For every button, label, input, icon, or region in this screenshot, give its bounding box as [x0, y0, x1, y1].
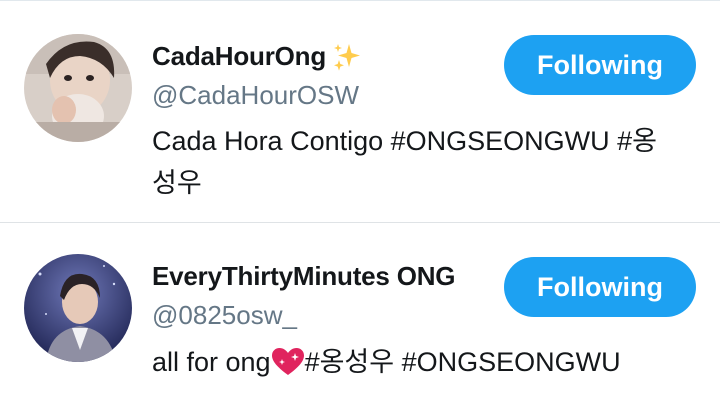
sparkles-icon [334, 43, 361, 71]
user-row[interactable]: EveryThirtyMinutes ONG @0825osw_ all for… [0, 223, 720, 405]
bio-text: #옹성우 #ONGSEONGWU [304, 347, 621, 377]
handle[interactable]: @0825osw_ [152, 300, 297, 331]
bio-line: Cada Hora Contigo #ONGSEONGWU #옹 [152, 126, 658, 156]
bio-text: all for ong [152, 347, 271, 377]
avatar-image [24, 254, 132, 362]
following-button[interactable]: Following [504, 257, 696, 317]
bio-line: 성우 [152, 168, 202, 198]
name-line: EveryThirtyMinutes ONG [152, 261, 456, 292]
display-name[interactable]: CadaHourOng [152, 41, 326, 72]
name-line: CadaHourOng [152, 41, 362, 72]
user-row[interactable]: CadaHourOng @CadaHourOSW Cada Hora Conti… [0, 1, 720, 223]
following-button[interactable]: Following [504, 35, 696, 95]
sparkling-heart-icon [271, 348, 304, 375]
avatar[interactable] [24, 254, 132, 362]
display-name[interactable]: EveryThirtyMinutes ONG [152, 261, 456, 292]
following-list: CadaHourOng @CadaHourOSW Cada Hora Conti… [0, 0, 720, 405]
avatar[interactable] [24, 34, 132, 142]
handle[interactable]: @CadaHourOSW [152, 80, 359, 111]
bio: all for ong #옹성우 #ONGSEONGWU [152, 341, 697, 383]
bio: Cada Hora Contigo #ONGSEONGWU #옹 성우 [152, 120, 697, 204]
avatar-image [24, 34, 132, 142]
